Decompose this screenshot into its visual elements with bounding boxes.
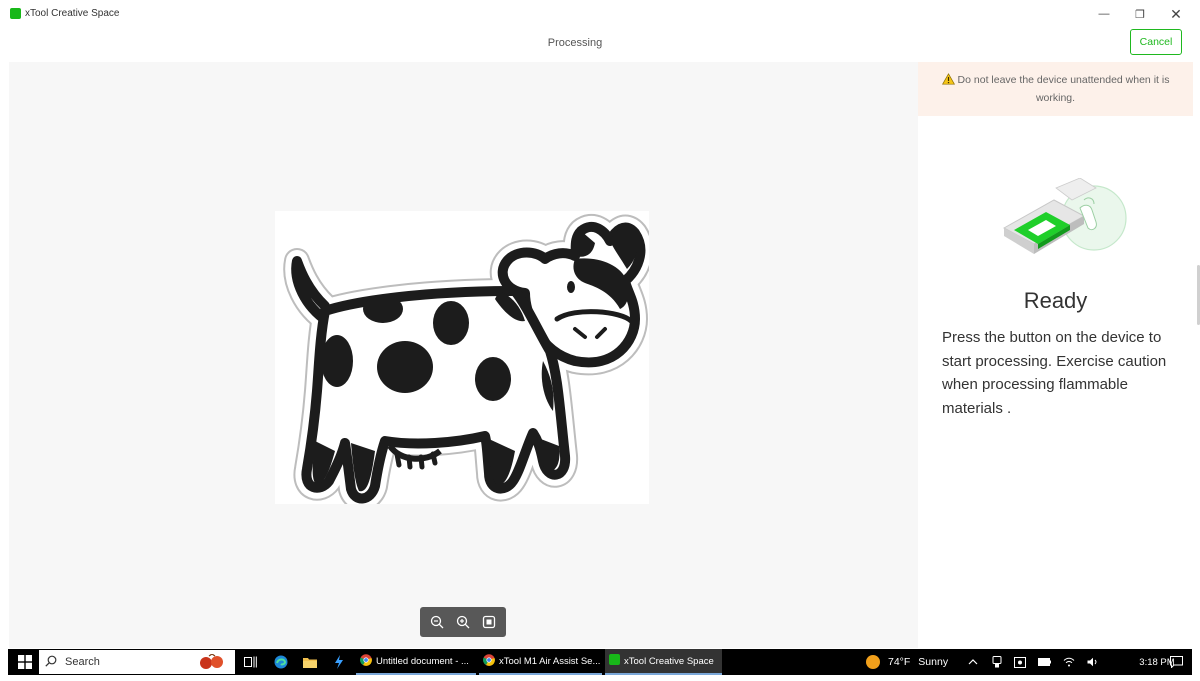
fit-to-screen-icon[interactable]	[480, 613, 498, 631]
battery-icon[interactable]	[1035, 649, 1053, 675]
sunny-weather-icon	[866, 655, 880, 669]
weather-temperature: 74°F	[888, 656, 911, 668]
close-button[interactable]: ✕	[1164, 5, 1188, 23]
page-header: Processing Cancel	[0, 28, 1200, 62]
warning-banner: Do not leave the device unattended when …	[918, 62, 1193, 116]
windows-taskbar: Search Untitled document - ... xTool M1 …	[8, 649, 1192, 675]
weather-condition: Sunny	[918, 656, 949, 668]
usb-device-icon[interactable]	[988, 649, 1006, 675]
windows-start-icon[interactable]	[12, 649, 38, 675]
taskbar-item-label: xTool M1 Air Assist Se...	[499, 655, 601, 667]
taskbar-search-box[interactable]: Search	[39, 650, 235, 674]
volume-icon[interactable]	[1084, 649, 1102, 675]
taskbar-item-xtool-m1-air-assist[interactable]: xTool M1 Air Assist Se...	[479, 649, 602, 675]
window-title: xTool Creative Space	[25, 8, 120, 19]
warning-icon	[941, 73, 955, 90]
device-ready-illustration	[984, 177, 1134, 268]
chrome-icon	[360, 653, 372, 669]
status-panel: Do not leave the device unattended when …	[918, 62, 1193, 648]
search-icon	[45, 655, 57, 670]
taskbar-item-label: Untitled document - ...	[376, 655, 469, 667]
task-view-icon[interactable]	[240, 649, 260, 675]
page-title: Processing	[547, 37, 603, 49]
minimize-button[interactable]: —	[1092, 5, 1116, 23]
status-description: Press the button on the device to start …	[942, 329, 1167, 417]
notification-center-icon[interactable]	[1162, 649, 1190, 675]
restore-button[interactable]: ❐	[1128, 5, 1152, 23]
chrome-icon	[483, 653, 495, 669]
file-explorer-icon[interactable]	[300, 649, 320, 675]
xtool-app-icon	[10, 8, 21, 19]
chevron-up-icon[interactable]	[964, 649, 982, 675]
status-title: Ready	[1023, 288, 1088, 313]
search-highlight-icon	[197, 653, 227, 673]
zoom-in-icon[interactable]	[454, 613, 472, 631]
warning-text: Do not leave the device unattended when …	[957, 74, 1170, 104]
cow-sticker-image	[275, 211, 649, 504]
panel-scrollbar[interactable]	[1193, 62, 1200, 648]
search-label: Search	[65, 656, 100, 668]
taskbar-item-label: xTool Creative Space	[624, 655, 714, 667]
xtool-app-icon	[609, 654, 620, 668]
zoom-out-icon[interactable]	[428, 613, 446, 631]
zoom-toolbar	[420, 607, 506, 637]
lightning-app-icon[interactable]	[329, 649, 349, 675]
window-titlebar: xTool Creative Space — ❐ ✕	[0, 0, 1200, 28]
screen-capture-icon[interactable]	[1011, 649, 1029, 675]
taskbar-item-xtool-creative-space[interactable]: xTool Creative Space	[605, 649, 722, 675]
taskbar-item-untitled-document[interactable]: Untitled document - ...	[356, 649, 476, 675]
cancel-button[interactable]: Cancel	[1130, 29, 1182, 55]
edge-browser-icon[interactable]	[271, 649, 291, 675]
wifi-icon[interactable]	[1060, 649, 1078, 675]
weather-widget[interactable]: 74°F Sunny	[866, 649, 956, 675]
work-canvas[interactable]	[9, 62, 918, 648]
